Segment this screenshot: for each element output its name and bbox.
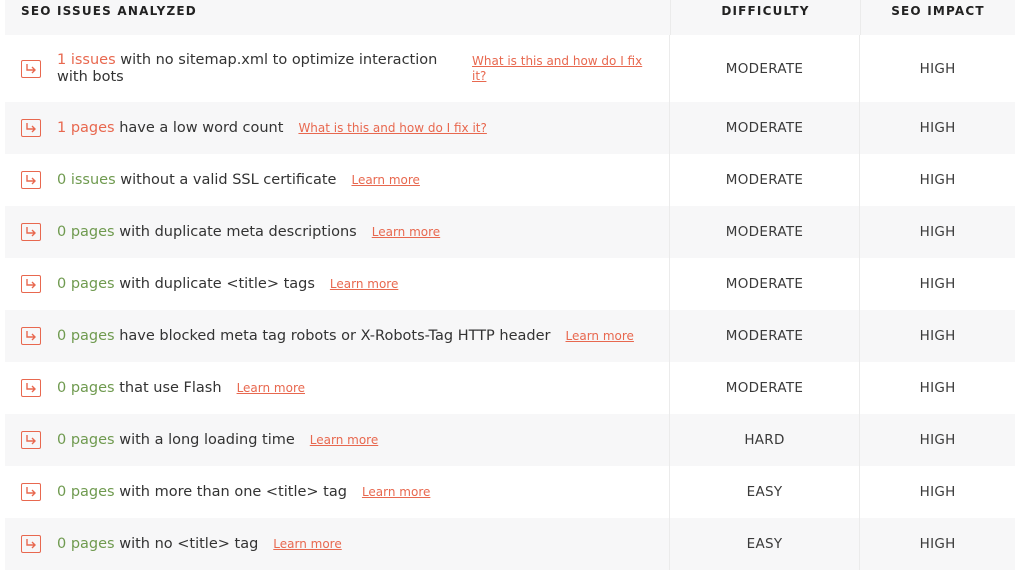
issue-cell: 0 pages with duplicate <title> tags Lear… (5, 258, 669, 310)
redirect-arrow-icon[interactable] (21, 223, 41, 241)
table-row: 1 pages have a low word count What is th… (5, 102, 1015, 154)
learn-more-link[interactable]: Learn more (372, 225, 440, 239)
issue-description: with duplicate meta descriptions (119, 223, 357, 240)
table-row: 1 issues with no sitemap.xml to optimize… (5, 35, 1015, 102)
issue-text: 0 pages with no <title> tag (57, 536, 258, 553)
issue-description: with more than one <title> tag (119, 483, 347, 500)
impact-value: HIGH (859, 310, 1015, 362)
redirect-arrow-icon[interactable] (21, 119, 41, 137)
issue-count: 1 pages (57, 119, 115, 136)
issue-cell: 0 pages that use Flash Learn more (5, 362, 669, 414)
difficulty-value: MODERATE (668, 258, 860, 310)
issue-description: have blocked meta tag robots or X-Robots… (119, 327, 551, 344)
table-header: SEO ISSUES ANALYZED DIFFICULTY SEO IMPAC… (5, 0, 1015, 35)
issue-count: 0 pages (57, 223, 115, 240)
impact-value: HIGH (859, 362, 1015, 414)
issue-description: without a valid SSL certificate (120, 171, 337, 188)
help-link[interactable]: What is this and how do I fix it? (472, 54, 652, 84)
issue-count: 0 pages (57, 327, 115, 344)
issue-text: 1 pages have a low word count (57, 120, 283, 137)
table-row: 0 issues without a valid SSL certificate… (5, 154, 1015, 206)
issue-description: that use Flash (119, 379, 222, 396)
redirect-arrow-icon[interactable] (21, 379, 41, 397)
redirect-arrow-icon[interactable] (21, 483, 41, 501)
issue-count: 0 pages (57, 483, 115, 500)
learn-more-link[interactable]: Learn more (273, 537, 341, 551)
issue-text: 0 pages with more than one <title> tag (57, 484, 347, 501)
table-row: 0 pages with a long loading time Learn m… (5, 414, 1015, 466)
seo-issues-table: SEO ISSUES ANALYZED DIFFICULTY SEO IMPAC… (5, 0, 1015, 570)
issue-description: with a long loading time (119, 431, 295, 448)
difficulty-value: MODERATE (668, 362, 860, 414)
issue-count: 0 issues (57, 171, 116, 188)
impact-value: HIGH (859, 206, 1015, 258)
impact-value: HIGH (859, 518, 1015, 570)
impact-value: HIGH (859, 35, 1015, 102)
issue-text: 0 pages that use Flash (57, 380, 222, 397)
issue-description: have a low word count (119, 119, 284, 136)
issue-text: 0 pages with duplicate meta descriptions (57, 224, 357, 241)
learn-more-link[interactable]: Learn more (237, 381, 305, 395)
issue-cell: 0 pages with duplicate meta descriptions… (5, 206, 669, 258)
impact-value: HIGH (859, 102, 1015, 154)
difficulty-value: MODERATE (668, 154, 860, 206)
redirect-arrow-icon[interactable] (21, 535, 41, 553)
table-row: 0 pages with duplicate meta descriptions… (5, 206, 1015, 258)
help-link[interactable]: What is this and how do I fix it? (298, 121, 486, 135)
issue-description: with no <title> tag (119, 535, 259, 552)
learn-more-link[interactable]: Learn more (310, 433, 378, 447)
learn-more-link[interactable]: Learn more (362, 485, 430, 499)
difficulty-value: MODERATE (668, 102, 860, 154)
table-row: 0 pages with duplicate <title> tags Lear… (5, 258, 1015, 310)
issue-cell: 0 pages with no <title> tag Learn more (5, 518, 669, 570)
table-row: 0 pages have blocked meta tag robots or … (5, 310, 1015, 362)
issue-cell: 0 pages with more than one <title> tag L… (5, 466, 669, 518)
learn-more-link[interactable]: Learn more (566, 329, 634, 343)
issue-text: 1 issues with no sitemap.xml to optimize… (57, 52, 457, 86)
issue-count: 1 issues (57, 51, 116, 68)
issue-cell: 0 pages have blocked meta tag robots or … (5, 310, 669, 362)
issue-count: 0 pages (57, 431, 115, 448)
issues-column-header: SEO ISSUES ANALYZED (21, 4, 197, 18)
difficulty-value: MODERATE (668, 310, 860, 362)
issue-text: 0 issues without a valid SSL certificate (57, 172, 336, 189)
table-row: 0 pages with more than one <title> tag L… (5, 466, 1015, 518)
impact-value: HIGH (859, 258, 1015, 310)
redirect-arrow-icon[interactable] (21, 275, 41, 293)
issue-cell: 1 issues with no sitemap.xml to optimize… (5, 35, 669, 102)
issue-description: with duplicate <title> tags (119, 275, 315, 292)
redirect-arrow-icon[interactable] (21, 59, 41, 78)
issue-cell: 0 issues without a valid SSL certificate… (5, 154, 669, 206)
table-row: 0 pages that use Flash Learn more MODERA… (5, 362, 1015, 414)
difficulty-value: MODERATE (668, 35, 860, 102)
issue-count: 0 pages (57, 379, 115, 396)
difficulty-value: HARD (668, 414, 860, 466)
redirect-arrow-icon[interactable] (21, 431, 41, 449)
difficulty-column-header: DIFFICULTY (670, 0, 860, 35)
difficulty-value: EASY (668, 518, 860, 570)
learn-more-link[interactable]: Learn more (351, 173, 419, 187)
issue-text: 0 pages with duplicate <title> tags (57, 276, 315, 293)
impact-value: HIGH (859, 414, 1015, 466)
impact-value: HIGH (859, 154, 1015, 206)
impact-column-header: SEO IMPACT (860, 0, 1015, 35)
issue-text: 0 pages have blocked meta tag robots or … (57, 328, 551, 345)
table-row: 0 pages with no <title> tag Learn more E… (5, 518, 1015, 570)
issue-cell: 1 pages have a low word count What is th… (5, 102, 669, 154)
redirect-arrow-icon[interactable] (21, 327, 41, 345)
issue-count: 0 pages (57, 275, 115, 292)
difficulty-value: MODERATE (668, 206, 860, 258)
issue-text: 0 pages with a long loading time (57, 432, 295, 449)
issue-count: 0 pages (57, 535, 115, 552)
learn-more-link[interactable]: Learn more (330, 277, 398, 291)
impact-value: HIGH (859, 466, 1015, 518)
redirect-arrow-icon[interactable] (21, 171, 41, 189)
difficulty-value: EASY (668, 466, 860, 518)
issue-cell: 0 pages with a long loading time Learn m… (5, 414, 669, 466)
